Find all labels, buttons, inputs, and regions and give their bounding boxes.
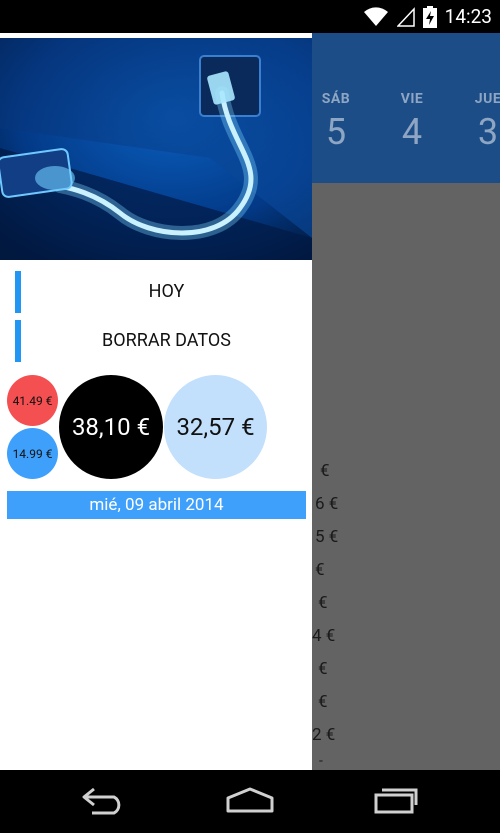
navigation-drawer: HOY BORRAR DATOS 41.49 € 14.99 € 38,10 €… bbox=[0, 33, 312, 770]
bubble-total-value[interactable]: 38,10 € bbox=[59, 375, 163, 479]
menu-item-borrar-datos[interactable]: BORRAR DATOS bbox=[0, 320, 312, 362]
list-item: 2 € bbox=[312, 725, 336, 745]
day-column-sat[interactable]: SÁB 5 bbox=[306, 91, 366, 153]
list-item: € bbox=[318, 659, 328, 679]
list-item: € bbox=[320, 461, 330, 481]
list-item: 4 € bbox=[312, 626, 336, 646]
list-item: - bbox=[319, 753, 323, 769]
battery-charging-icon bbox=[422, 5, 437, 28]
day-name: VIE bbox=[400, 91, 424, 107]
day-name: JUE bbox=[474, 91, 500, 107]
wifi-icon bbox=[363, 6, 389, 27]
navigation-bar bbox=[0, 770, 500, 833]
home-button[interactable] bbox=[220, 786, 280, 818]
home-icon bbox=[225, 786, 275, 818]
list-item: € bbox=[318, 593, 328, 613]
bubble-blue-value[interactable]: 14.99 € bbox=[7, 428, 58, 479]
signal-icon bbox=[396, 6, 415, 27]
day-name: SÁB bbox=[321, 91, 351, 107]
bubble-red-value[interactable]: 41.49 € bbox=[7, 375, 58, 426]
list-item: € bbox=[318, 692, 328, 712]
recent-apps-icon bbox=[372, 785, 420, 819]
recent-apps-button[interactable] bbox=[366, 786, 426, 818]
status-bar: 14:23 bbox=[0, 0, 500, 33]
day-number: 3 bbox=[477, 111, 499, 153]
status-time: 14:23 bbox=[444, 5, 492, 28]
day-column-thu[interactable]: JUE 3 bbox=[458, 91, 500, 153]
day-number: 4 bbox=[401, 111, 423, 153]
menu-item-hoy[interactable]: HOY bbox=[0, 271, 312, 313]
date-label[interactable]: mié, 09 abril 2014 bbox=[7, 491, 306, 519]
list-item: € bbox=[315, 560, 325, 580]
menu-item-label: HOY bbox=[148, 281, 185, 302]
bubble-average-value[interactable]: 32,57 € bbox=[164, 375, 267, 479]
day-column-fri[interactable]: VIE 4 bbox=[382, 91, 442, 153]
back-icon bbox=[80, 785, 128, 819]
back-button[interactable] bbox=[74, 786, 134, 818]
day-number: 5 bbox=[325, 111, 347, 153]
drawer-header-image bbox=[0, 38, 312, 260]
list-item: 6 € bbox=[315, 494, 339, 514]
menu-item-label: BORRAR DATOS bbox=[102, 330, 231, 351]
list-item: 5 € bbox=[315, 527, 339, 547]
